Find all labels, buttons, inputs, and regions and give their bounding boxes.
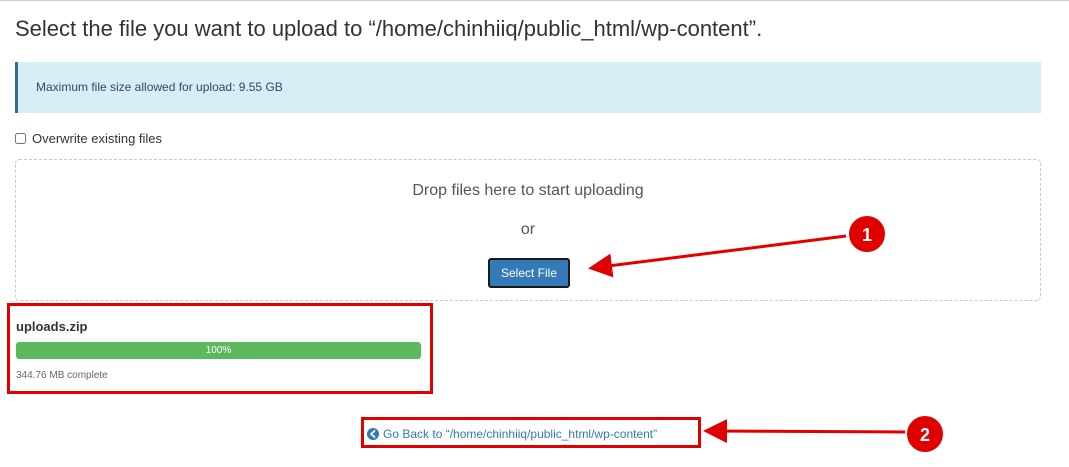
page-title: Select the file you want to upload to “/… — [15, 16, 763, 41]
dropzone-prompt: Drop files here to start uploading — [412, 182, 644, 199]
go-back-label: Go Back to “/home/chinhiiq/public_html/w… — [383, 427, 658, 441]
go-back-link[interactable]: Go Back to “/home/chinhiiq/public_html/w… — [367, 427, 657, 441]
annotation-badge-2 — [905, 414, 945, 454]
file-dropzone[interactable]: Drop files here to start uploading or Se… — [15, 159, 1041, 301]
upload-progress-fill: 100% — [16, 342, 421, 359]
go-back-highlight: Go Back to “/home/chinhiiq/public_html/w… — [361, 417, 701, 448]
upload-status: 344.76 MB complete — [16, 370, 108, 381]
dropzone-or: or — [520, 221, 536, 238]
upload-progress-bar: 100% — [16, 342, 421, 359]
overwrite-label: Overwrite existing files — [32, 131, 163, 146]
select-file-button[interactable]: Select File — [488, 258, 570, 288]
max-file-size-alert: Maximum file size allowed for upload: 9.… — [15, 62, 1041, 113]
annotation-badge-2-label: 2 — [920, 425, 930, 445]
overwrite-checkbox[interactable] — [15, 133, 26, 144]
overwrite-option[interactable]: Overwrite existing files — [15, 131, 162, 146]
uploaded-file-name: uploads.zip — [16, 319, 88, 334]
arrow-circle-left-icon — [367, 428, 379, 440]
uploaded-file-highlight: uploads.zip 100% 344.76 MB complete — [7, 303, 433, 394]
annotation-arrow-2 — [703, 419, 907, 444]
upload-page: Select the file you want to upload to “/… — [0, 0, 1069, 467]
